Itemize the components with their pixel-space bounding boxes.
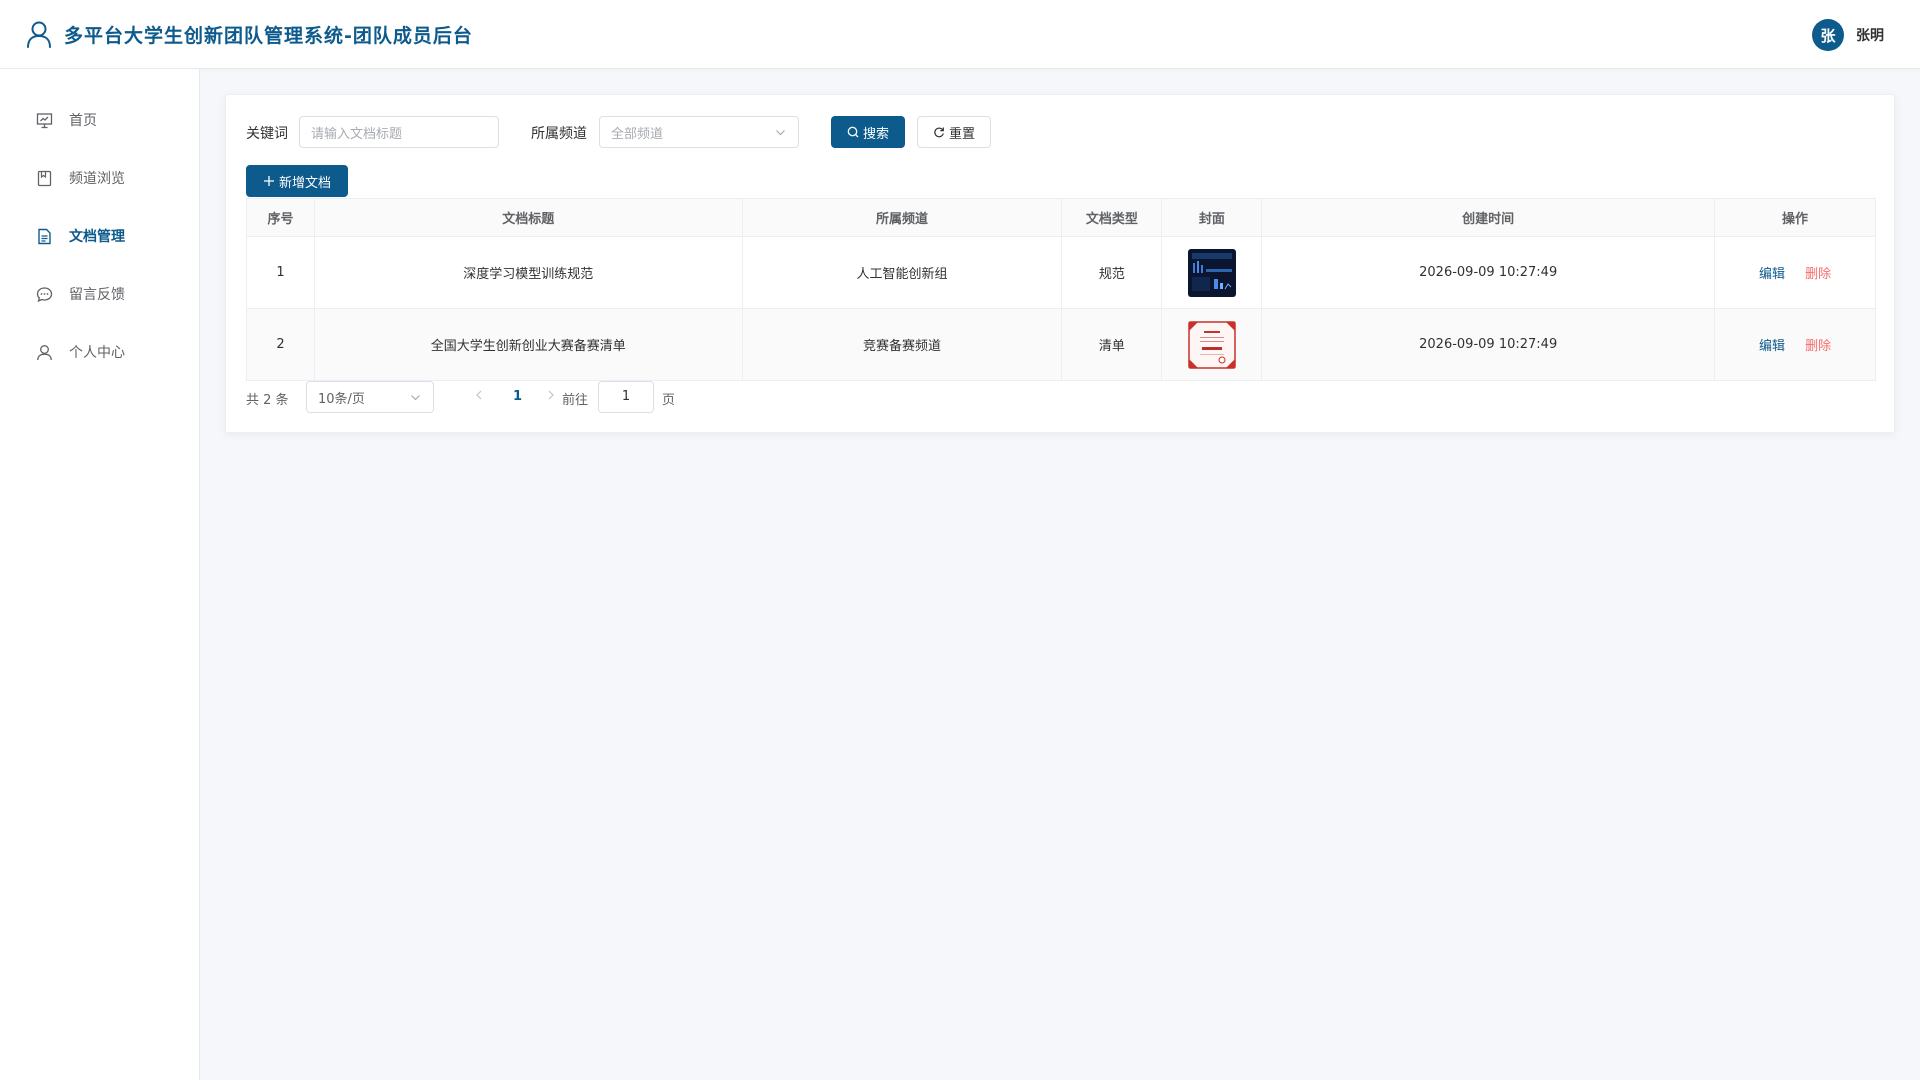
sidebar-item-label: 首页 xyxy=(69,113,97,129)
sidebar-item-documents[interactable]: 文档管理 xyxy=(0,207,200,265)
chevron-left-icon xyxy=(476,390,482,400)
sidebar-item-label: 留言反馈 xyxy=(69,287,125,303)
reset-button[interactable]: 重置 xyxy=(917,116,991,148)
keyword-input[interactable]: 请输入文档标题 xyxy=(299,116,499,148)
plus-icon xyxy=(263,176,274,186)
cover-thumbnail-dark-dashboard[interactable] xyxy=(1187,248,1236,297)
delete-link[interactable]: 删除 xyxy=(1805,339,1831,354)
row-actions: 编辑 删除 xyxy=(1714,236,1876,309)
row-type: 规范 xyxy=(1061,236,1163,309)
chevron-right-icon xyxy=(548,390,554,400)
page-unit-label: 页 xyxy=(662,393,676,408)
user-menu[interactable]: 张 张明 xyxy=(1812,18,1884,52)
goto-label: 前往 xyxy=(562,393,589,408)
sidebar-item-label: 频道浏览 xyxy=(69,171,125,187)
user-name[interactable]: 张明 xyxy=(1856,25,1884,45)
edit-link[interactable]: 编辑 xyxy=(1759,267,1785,282)
app-title: 多平台大学生创新团队管理系统-团队成员后台 xyxy=(64,25,473,47)
goto-page-input[interactable]: 1 xyxy=(598,381,654,413)
page-size-select[interactable]: 10条/页 xyxy=(306,381,434,413)
row-type: 清单 xyxy=(1061,308,1163,381)
chevron-down-icon xyxy=(776,130,785,136)
cover-thumbnail-red-certificate[interactable] xyxy=(1187,320,1236,369)
row-index: 1 xyxy=(246,236,315,309)
user-icon xyxy=(37,344,52,360)
row-title: 全国大学生创新创业大赛备赛清单 xyxy=(313,308,743,381)
column-header: 封面 xyxy=(1161,198,1263,237)
row-cover xyxy=(1161,308,1263,381)
presentation-icon xyxy=(36,112,53,128)
document-table: 序号 文档标题 所属频道 文档类型 封面 创建时间 操作 1 深度学习模型训练规… xyxy=(246,198,1876,381)
search-button[interactable]: 搜索 xyxy=(831,116,905,148)
prev-page-button[interactable] xyxy=(474,389,484,405)
row-channel: 竞赛备赛频道 xyxy=(741,308,1063,381)
channel-label: 所属频道 xyxy=(531,126,587,142)
next-page-button[interactable] xyxy=(546,389,556,405)
keyword-label: 关键词 xyxy=(246,126,288,142)
avatar[interactable]: 张 xyxy=(1812,19,1844,51)
row-created-time: 2026-09-09 10:27:49 xyxy=(1261,308,1716,381)
pagination: 共 2 条 10条/页 1 前往 1 页 xyxy=(246,381,846,413)
column-header: 序号 xyxy=(246,198,315,237)
search-icon xyxy=(847,126,859,138)
row-actions: 编辑 删除 xyxy=(1714,308,1876,381)
edit-link[interactable]: 编辑 xyxy=(1759,339,1785,354)
row-title: 深度学习模型训练规范 xyxy=(313,236,743,309)
sidebar-item-feedback[interactable]: 留言反馈 xyxy=(0,265,200,323)
document-icon xyxy=(38,228,51,244)
add-document-button[interactable]: 新增文档 xyxy=(246,165,348,197)
user-outline-icon xyxy=(27,21,51,48)
sidebar-item-label: 个人中心 xyxy=(69,345,125,361)
pagination-total: 共 2 条 xyxy=(246,393,289,408)
chevron-down-icon xyxy=(411,395,420,401)
row-cover xyxy=(1161,236,1263,309)
page-number-current[interactable]: 1 xyxy=(513,389,522,404)
column-header: 操作 xyxy=(1714,198,1876,237)
refresh-icon xyxy=(934,127,944,138)
book-icon xyxy=(37,170,52,186)
delete-link[interactable]: 删除 xyxy=(1805,267,1831,282)
channel-select[interactable]: 全部频道 xyxy=(599,116,799,148)
reset-button-label: 重置 xyxy=(948,126,975,142)
column-header: 文档标题 xyxy=(313,198,743,237)
page-size-value: 10条/页 xyxy=(318,391,365,407)
table-row: 2 全国大学生创新创业大赛备赛清单 竞赛备赛频道 清单 2026-09-09 1… xyxy=(246,308,1876,381)
top-header: 多平台大学生创新团队管理系统-团队成员后台 张 张明 xyxy=(0,0,1920,69)
sidebar-item-profile[interactable]: 个人中心 xyxy=(0,323,200,381)
search-button-label: 搜索 xyxy=(862,126,889,142)
chat-icon xyxy=(36,286,53,302)
sidebar-item-home[interactable]: 首页 xyxy=(0,91,200,149)
row-channel: 人工智能创新组 xyxy=(741,236,1063,309)
column-header: 文档类型 xyxy=(1061,198,1163,237)
table-header-row: 序号 文档标题 所属频道 文档类型 封面 创建时间 操作 xyxy=(246,198,1876,237)
column-header: 所属频道 xyxy=(741,198,1063,237)
sidebar: 首页 频道浏览 文档管理 留言反馈 个人中心 xyxy=(0,69,200,1080)
table-row: 1 深度学习模型训练规范 人工智能创新组 规范 2026-09-09 10:27… xyxy=(246,236,1876,309)
row-index: 2 xyxy=(246,308,315,381)
row-created-time: 2026-09-09 10:27:49 xyxy=(1261,236,1716,309)
add-document-label: 新增文档 xyxy=(278,175,331,191)
sidebar-item-channels[interactable]: 频道浏览 xyxy=(0,149,200,207)
column-header: 创建时间 xyxy=(1261,198,1716,237)
channel-select-value: 全部频道 xyxy=(611,126,664,142)
sidebar-item-label: 文档管理 xyxy=(69,229,125,245)
document-list-card: 关键词 请输入文档标题 所属频道 全部频道 搜索 重置 新增文档 序号 文档标题… xyxy=(225,94,1895,433)
